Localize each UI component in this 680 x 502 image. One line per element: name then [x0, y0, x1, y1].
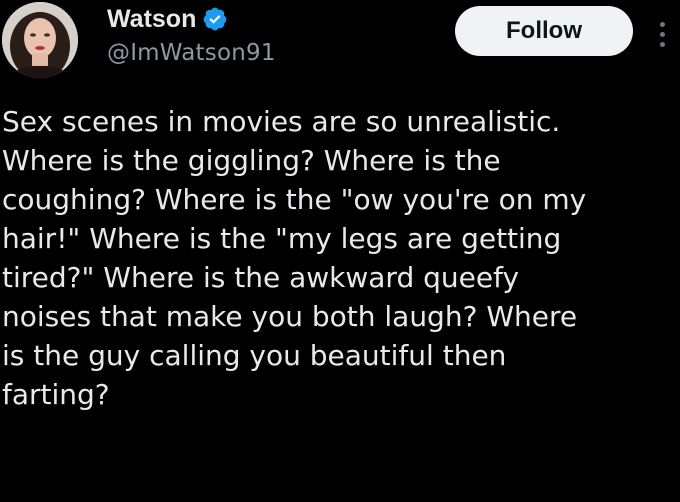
tweet-text-line: Sex scenes in movies are so unrealistic.: [2, 105, 561, 138]
more-dot: [659, 41, 665, 47]
more-options-icon[interactable]: [650, 10, 674, 58]
avatar-photo: [2, 2, 78, 78]
tweet-text-line: hair!" Where is the "my legs are getting: [2, 222, 562, 255]
tweet-text-line: farting?: [2, 378, 110, 411]
tweet-text: Sex scenes in movies are so unrealistic.…: [2, 102, 678, 414]
tweet-text-line: tired?" Where is the awkward queefy: [2, 261, 520, 294]
more-dot: [659, 21, 665, 27]
tweet-text-line: Where is the giggling? Where is the: [2, 144, 501, 177]
author-handle[interactable]: @ImWatson91: [107, 38, 276, 68]
verified-badge-icon: [202, 6, 228, 32]
tweet-text-line: is the guy calling you beautiful then: [2, 339, 507, 372]
follow-button[interactable]: Follow: [455, 6, 633, 56]
tweet-card: Watson @ImWatson91 Follow Sex scenes in …: [0, 0, 680, 502]
tweet-text-line: coughing? Where is the "ow you're on my: [2, 183, 587, 216]
display-name[interactable]: Watson: [107, 4, 196, 34]
more-dot: [659, 31, 665, 37]
tweet-text-line: noises that make you both laugh? Where: [2, 300, 578, 333]
author-name-row[interactable]: Watson: [107, 4, 228, 34]
avatar[interactable]: [2, 2, 78, 78]
